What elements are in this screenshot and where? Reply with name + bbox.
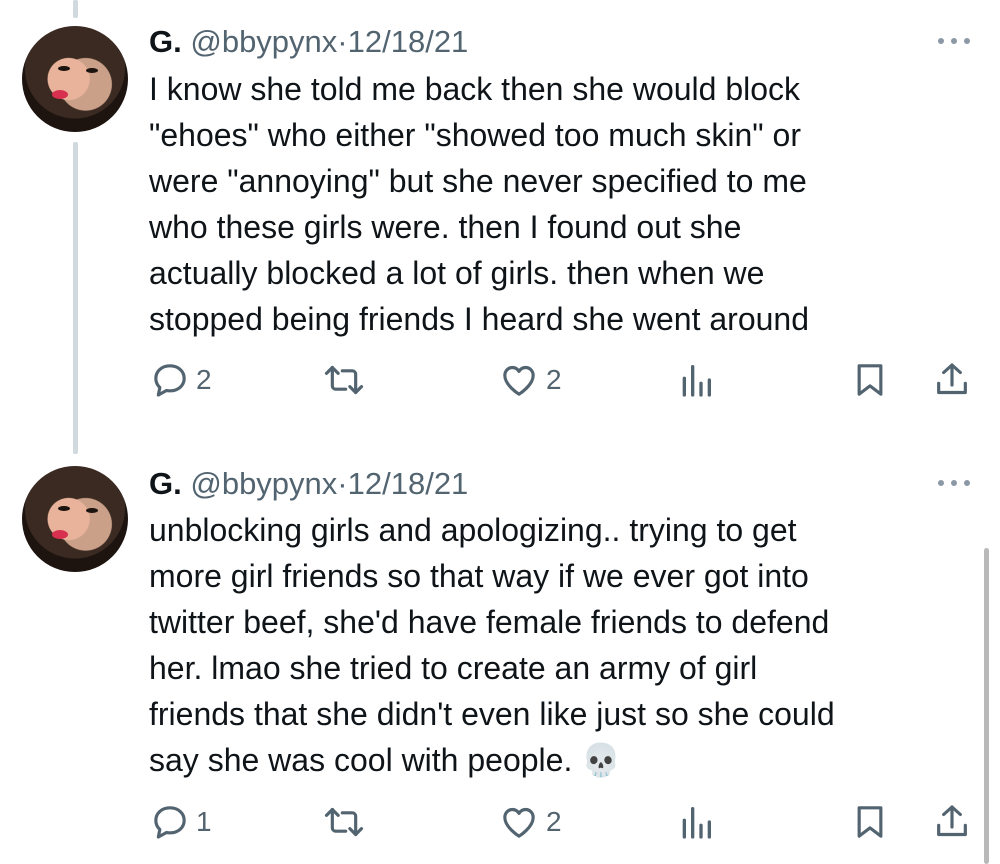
- tweet-text: unblocking girls and apologizing.. tryin…: [149, 507, 969, 783]
- reply-icon: [154, 364, 186, 397]
- author-name[interactable]: G.: [149, 24, 182, 59]
- tweet-text-line: were "annoying" but she never specified …: [149, 163, 807, 199]
- share-icon: [937, 805, 967, 837]
- bookmark-button[interactable]: [850, 360, 890, 400]
- more-icon[interactable]: [938, 36, 970, 46]
- tweet-text-line: twitter beef, she'd have female friends …: [149, 604, 830, 640]
- bookmark-icon: [857, 806, 883, 838]
- tweet-text-line: I know she told me back then she would b…: [149, 71, 801, 107]
- scrollbar[interactable]: [984, 548, 989, 864]
- tweet-text-line: more girl friends so that way if we ever…: [149, 558, 809, 594]
- like-icon: [503, 807, 535, 838]
- reply-count: 2: [196, 364, 212, 395]
- tweet-1[interactable]: G. @bbypynx·12/18/21 I know she told me …: [0, 0, 1000, 440]
- like-button[interactable]: 2: [498, 360, 562, 400]
- tweet-text-line: actually blocked a lot of girls. then wh…: [149, 255, 765, 291]
- author-handle[interactable]: @bbypynx: [190, 466, 337, 501]
- tweet-header: G. @bbypynx·12/18/21: [149, 24, 468, 60]
- tweet-date[interactable]: 12/18/21: [348, 466, 469, 501]
- like-button[interactable]: 2: [498, 802, 562, 842]
- reply-button[interactable]: 2: [150, 360, 212, 400]
- retweet-icon: [324, 365, 364, 395]
- retweet-button[interactable]: [322, 802, 366, 842]
- reply-count: 1: [196, 806, 212, 837]
- reply-icon: [154, 806, 186, 839]
- avatar[interactable]: [22, 466, 128, 572]
- tweet-text: I know she told me back then she would b…: [149, 66, 969, 342]
- tweet-actions: 1 2: [0, 802, 1000, 842]
- tweet-text-line: unblocking girls and apologizing.. tryin…: [149, 512, 797, 548]
- views-icon: [682, 365, 711, 397]
- retweet-icon: [324, 807, 364, 837]
- views-button[interactable]: [676, 802, 716, 842]
- tweet-header: G. @bbypynx·12/18/21: [149, 466, 468, 502]
- tweet-text-line: friends that she didn't even like just s…: [149, 696, 835, 732]
- tweet-text-line: her. lmao she tried to create an army of…: [149, 650, 758, 686]
- tweet-text-line: "ehoes" who either "showed too much skin…: [149, 117, 801, 153]
- avatar[interactable]: [22, 26, 128, 132]
- views-button[interactable]: [676, 360, 716, 400]
- reply-button[interactable]: 1: [150, 802, 212, 842]
- separator-dot: ·: [337, 466, 348, 501]
- bookmark-icon: [857, 364, 883, 396]
- tweet-2[interactable]: G. @bbypynx·12/18/21 unblocking girls an…: [0, 440, 1000, 864]
- like-count: 2: [546, 806, 562, 837]
- share-button[interactable]: [932, 360, 972, 400]
- share-icon: [937, 363, 967, 395]
- author-handle[interactable]: @bbypynx: [190, 24, 337, 59]
- tweet-text-line: say she was cool with people. 💀: [149, 742, 622, 778]
- author-name[interactable]: G.: [149, 466, 182, 501]
- more-icon[interactable]: [938, 478, 970, 488]
- retweet-button[interactable]: [322, 360, 366, 400]
- tweet-text-line: stopped being friends I heard she went a…: [149, 301, 810, 337]
- views-icon: [682, 807, 711, 839]
- tweet-actions: 2 2: [0, 360, 1000, 400]
- separator-dot: ·: [337, 24, 348, 59]
- like-icon: [503, 365, 535, 396]
- tweet-text-line: who these girls were. then I found out s…: [149, 209, 742, 245]
- share-button[interactable]: [932, 802, 972, 842]
- bookmark-button[interactable]: [850, 802, 890, 842]
- tweet-date[interactable]: 12/18/21: [348, 24, 469, 59]
- like-count: 2: [546, 364, 562, 395]
